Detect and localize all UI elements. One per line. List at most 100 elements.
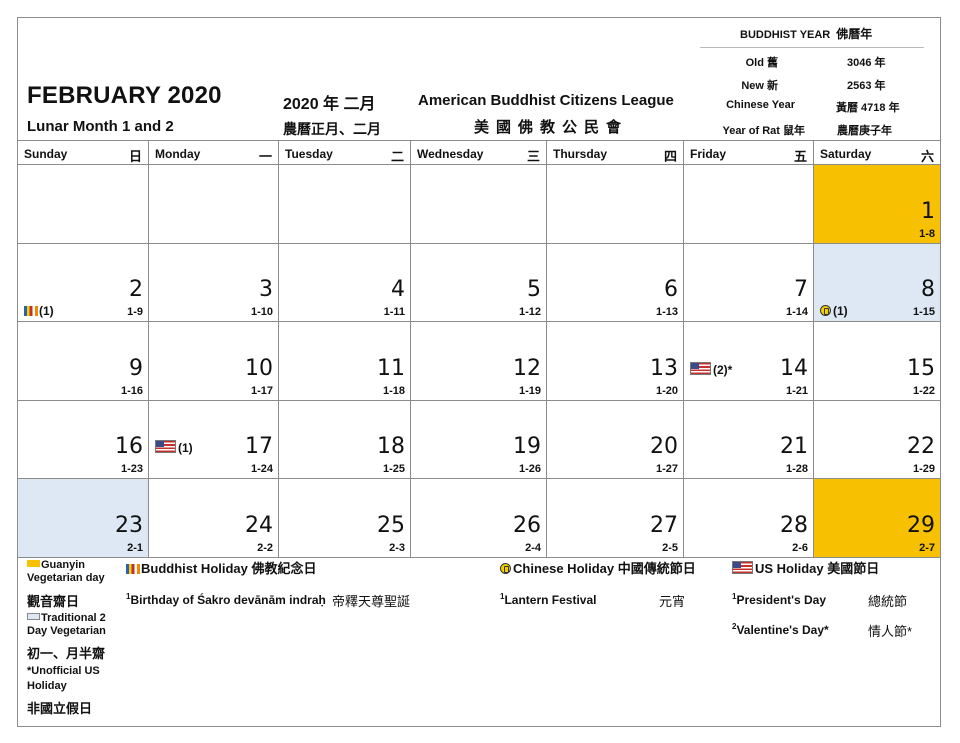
day-cell[interactable]: 6 1-13 [547, 243, 684, 322]
day-cell[interactable]: 13 1-20 [547, 322, 684, 401]
day-cell[interactable]: 19 1-26 [411, 400, 547, 479]
day-cell[interactable]: 12 1-19 [411, 322, 547, 401]
empty-day-cell [149, 165, 279, 244]
day-cell[interactable]: 20 1-27 [547, 400, 684, 479]
buddhist-flag-icon [126, 564, 140, 574]
day-cell[interactable]: 10 1-17 [149, 322, 279, 401]
year-value-chinese: 黃曆 4718 年 [836, 102, 900, 114]
day-cell[interactable]: 9 1-16 [18, 322, 149, 401]
legend-us-item1-zh: 總統節 [868, 594, 908, 609]
weekday-header: Sunday 日 [18, 141, 149, 165]
day-cell[interactable]: 24 2-2 [149, 479, 279, 558]
legend-guanyin-zh: 觀音齋日 [27, 594, 80, 609]
day-cell[interactable]: 16 1-23 [18, 400, 149, 479]
day-cell[interactable]: 21 1-28 [684, 400, 814, 479]
lunar-date: 1-10 [250, 306, 273, 318]
gold-swatch [27, 560, 40, 567]
day-number: 2 [129, 277, 143, 302]
day-cell[interactable]: 27 2-5 [547, 479, 684, 558]
lunar-date: 1-22 [912, 384, 935, 397]
weekday-name-en: Thursday [553, 147, 608, 161]
day-cell[interactable]: 22 1-29 [814, 401, 940, 479]
lunar-date: 1-29 [912, 463, 935, 475]
holiday-marker-text: (1) [39, 304, 54, 318]
day-cell[interactable]: 26 2-4 [411, 479, 547, 558]
legend-buddhist-item-zh: 帝釋天尊聖誕 [332, 594, 411, 609]
day-cell[interactable]: 5 1-12 [411, 243, 547, 322]
year-label-chinese: Chinese Year [726, 99, 795, 111]
lunar-date: 1-24 [250, 463, 273, 475]
empty-day-cell [18, 165, 149, 244]
legend-chinese-item-en: Lantern Festival [504, 593, 597, 607]
legend-buddhist-item: 1Birthday of Śakro devānām indraḥ [126, 592, 326, 607]
blue-swatch [27, 613, 40, 620]
year-label-new: New 新 [741, 80, 778, 92]
year-label-rat: Year of Rat 鼠年 [722, 125, 805, 137]
weekday-name-en: Monday [155, 147, 201, 161]
day-number: 25 [377, 512, 405, 538]
legend-unofficial-zh: 非國立假日 [27, 701, 93, 716]
holiday-marker: (2)* [690, 361, 732, 377]
lunar-date: 2-6 [792, 541, 808, 554]
legend-buddhist-heading: Buddhist Holiday 佛教紀念日 [126, 558, 317, 577]
day-number: 8 [921, 277, 935, 302]
holiday-marker: (1) [155, 440, 193, 455]
day-cell[interactable]: 29 2-7 [814, 479, 940, 558]
us-flag-icon [732, 561, 753, 574]
legend-us-item2-en: Valentine's Day* [736, 623, 829, 637]
weekday-name-zh: 六 [920, 149, 934, 164]
legend-us-heading: US Holiday 美國節日 [732, 558, 879, 577]
day-number: 10 [245, 355, 273, 381]
day-cell[interactable]: 8 1-15 (1) [814, 243, 940, 322]
lunar-date: 1-18 [382, 384, 405, 397]
empty-day-cell [411, 165, 547, 244]
day-cell[interactable]: 25 2-3 [279, 479, 411, 558]
chinese-holiday-icon [820, 305, 831, 316]
lunar-date: 2-4 [525, 541, 541, 554]
weekday-header: Tuesday 二 [279, 141, 411, 165]
day-number: 20 [650, 434, 678, 459]
day-cell[interactable]: 17 1-24 (1) [149, 400, 279, 479]
weekday-name-zh: 五 [793, 149, 807, 164]
day-cell[interactable]: 11 1-18 [279, 322, 411, 401]
legend-us-item1-en: President's Day [736, 593, 827, 607]
day-number: 14 [780, 355, 808, 381]
weekday-name-en: Friday [690, 147, 727, 161]
day-number: 28 [780, 512, 808, 538]
day-cell[interactable]: 15 1-22 [814, 322, 940, 401]
day-number: 21 [780, 434, 808, 459]
lunar-date: 1-21 [785, 384, 808, 397]
day-cell[interactable]: 2 1-9 (1) [18, 243, 149, 322]
chinese-holiday-icon [500, 563, 511, 574]
day-cell[interactable]: 7 1-14 [684, 243, 814, 322]
holiday-marker-text: (1) [178, 441, 193, 455]
org-name-zh: 美國佛教公民會 [474, 119, 629, 136]
day-number: 4 [391, 277, 405, 302]
day-cell[interactable]: 4 1-11 [279, 243, 411, 322]
weekday-header: Monday 一 [149, 141, 279, 165]
calendar-page: FEBRUARY 2020 Lunar Month 1 and 2 2020 年… [17, 17, 941, 727]
year-value-rat: 農曆庚子年 [837, 125, 892, 137]
lunar-date: 2-5 [662, 541, 678, 554]
day-cell[interactable]: 3 1-10 [149, 243, 279, 322]
weekday-name-zh: 三 [526, 149, 540, 164]
buddhist-year-heading: BUDDHIST YEAR 佛曆年 [740, 25, 872, 42]
lunar-date: 1-15 [912, 306, 935, 318]
day-cell[interactable]: 28 2-6 [684, 479, 814, 558]
day-cell[interactable]: 18 1-25 [279, 400, 411, 479]
us-flag-icon [155, 440, 176, 453]
weekday-header-row: Sunday 日 Monday 一 Tuesday 二 Wednesday 三 Thursday… [18, 140, 940, 165]
lunar-date: 2-1 [127, 541, 143, 554]
lunar-date: 1-11 [383, 306, 405, 318]
lunar-date: 1-28 [785, 463, 808, 475]
lunar-date: 2-3 [389, 541, 405, 554]
day-cell[interactable]: 23 2-1 [18, 479, 149, 558]
day-cell[interactable]: 1 1-8 [814, 165, 940, 244]
lunar-month-zh: 農曆正月、二月 [283, 121, 381, 137]
lunar-date: 1-9 [127, 306, 143, 318]
legend-guanyin: Guanyin Vegetarian day [27, 559, 122, 585]
day-cell[interactable]: 14 1-21 (2)* [684, 322, 814, 401]
weekday-name-en: Saturday [820, 147, 872, 161]
day-number: 7 [794, 277, 808, 302]
day-number: 29 [907, 512, 935, 538]
